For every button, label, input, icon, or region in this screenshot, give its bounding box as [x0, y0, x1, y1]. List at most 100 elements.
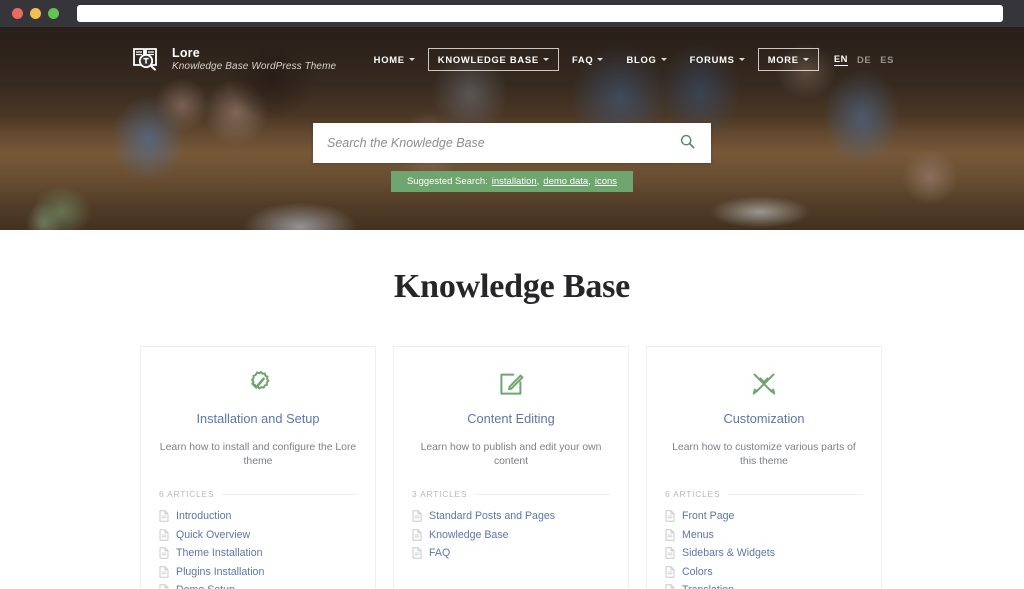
article-link[interactable]: Menus: [665, 529, 863, 541]
suggested-term-demo-data[interactable]: demo data: [543, 176, 588, 187]
chevron-down-icon: [802, 57, 809, 61]
article-link[interactable]: FAQ: [412, 547, 610, 559]
kb-card-title[interactable]: Installation and Setup: [196, 411, 319, 426]
nav-item-forums[interactable]: FORUMS: [680, 48, 755, 71]
divider: [475, 493, 610, 495]
search-box[interactable]: [313, 123, 711, 163]
kb-card-content-editing[interactable]: Content Editing Learn how to publish and…: [393, 346, 629, 589]
main-navigation: HOME KNOWLEDGE BASE FAQ BLOG FORUMS MORE…: [364, 47, 894, 71]
articles-header: 6 ARTICLES: [159, 489, 357, 499]
document-icon: [665, 510, 675, 522]
article-link[interactable]: Plugins Installation: [159, 566, 357, 578]
site-header: Lore Knowledge Base WordPress Theme HOME…: [0, 27, 1024, 91]
article-label: Plugins Installation: [176, 565, 265, 578]
article-label: Quick Overview: [176, 528, 251, 541]
article-label: Demo Setup: [176, 584, 235, 589]
main-content: Knowledge Base Installation and Setup Le…: [0, 230, 1024, 589]
page-viewport: Lore Knowledge Base WordPress Theme HOME…: [0, 27, 1024, 589]
articles-header: 6 ARTICLES: [665, 489, 863, 499]
suggested-term-installation[interactable]: installation: [492, 176, 537, 187]
brush-pencil-icon: [750, 369, 778, 399]
article-label: FAQ: [429, 547, 451, 560]
document-icon: [159, 510, 169, 522]
kb-card-customization[interactable]: Customization Learn how to customize var…: [646, 346, 882, 589]
search-input[interactable]: [327, 136, 678, 150]
brand-tagline: Knowledge Base WordPress Theme: [172, 60, 337, 72]
articles-count-label: 6 ARTICLES: [665, 489, 721, 500]
nav-item-blog[interactable]: BLOG: [616, 48, 676, 71]
document-icon: [412, 528, 422, 541]
document-icon: [159, 584, 169, 589]
article-link[interactable]: Theme Installation: [159, 547, 357, 559]
suggested-term-icons[interactable]: icons: [595, 176, 617, 187]
browser-chrome: [0, 0, 1024, 27]
language-option-en[interactable]: EN: [833, 53, 849, 66]
document-icon: [665, 565, 675, 578]
articles-count-label: 3 ARTICLES: [412, 489, 468, 500]
nav-item-more[interactable]: MORE: [757, 47, 819, 71]
document-icon: [159, 528, 169, 541]
language-switcher: EN DE ES: [833, 53, 894, 66]
document-icon: [412, 510, 422, 522]
article-link[interactable]: Translation: [665, 584, 863, 589]
close-window-button[interactable]: [12, 8, 23, 19]
article-label: Sidebars & Widgets: [682, 547, 776, 560]
brand-name: Lore: [172, 45, 200, 60]
book-search-icon: [130, 44, 162, 74]
article-list: Front Page Menus Sidebars & Widgets Colo…: [665, 510, 863, 589]
article-link[interactable]: Front Page: [665, 510, 863, 522]
window-controls: [12, 8, 59, 19]
search-icon: [680, 134, 695, 152]
article-label: Standard Posts and Pages: [429, 510, 556, 523]
language-option-es[interactable]: ES: [880, 54, 894, 65]
kb-card-title[interactable]: Customization: [723, 411, 804, 426]
article-link[interactable]: Demo Setup: [159, 584, 357, 589]
articles-count-label: 6 ARTICLES: [159, 489, 215, 500]
nav-item-knowledge-base[interactable]: KNOWLEDGE BASE: [427, 47, 559, 71]
nav-item-label: FORUMS: [689, 53, 735, 65]
article-label: Theme Installation: [176, 547, 263, 560]
document-icon: [412, 547, 422, 559]
nav-item-label: FAQ: [571, 53, 594, 65]
nav-item-label: HOME: [373, 53, 405, 65]
search-submit-button[interactable]: [678, 134, 697, 152]
article-link[interactable]: Colors: [665, 566, 863, 578]
knowledge-base-card-grid: Installation and Setup Learn how to inst…: [140, 346, 884, 589]
article-label: Introduction: [176, 510, 232, 523]
maximize-window-button[interactable]: [48, 8, 59, 19]
article-link[interactable]: Standard Posts and Pages: [412, 510, 610, 522]
article-label: Menus: [682, 528, 714, 541]
nav-item-home[interactable]: HOME: [364, 48, 425, 71]
nav-item-label: MORE: [767, 53, 799, 65]
document-icon: [665, 528, 675, 541]
page-title: Knowledge Base: [393, 268, 631, 305]
hero-search-area: Suggested Search: installation, demo dat…: [0, 123, 1024, 192]
divider: [728, 493, 863, 495]
kb-card-title[interactable]: Content Editing: [467, 411, 555, 426]
article-link[interactable]: Knowledge Base: [412, 529, 610, 541]
article-link[interactable]: Introduction: [159, 510, 357, 522]
chevron-down-icon: [408, 57, 415, 61]
chevron-down-icon: [542, 57, 549, 61]
kb-card-description: Learn how to customize various parts of …: [672, 442, 856, 468]
article-link[interactable]: Quick Overview: [159, 529, 357, 541]
minimize-window-button[interactable]: [30, 8, 41, 19]
kb-card-description: Learn how to install and configure the L…: [159, 442, 357, 468]
site-brand[interactable]: Lore Knowledge Base WordPress Theme: [130, 44, 336, 74]
chevron-down-icon: [660, 57, 667, 61]
suggested-search-bar: Suggested Search: installation, demo dat…: [390, 171, 634, 192]
kb-card-description: Learn how to publish and edit your own c…: [420, 442, 602, 468]
articles-header: 3 ARTICLES: [412, 489, 610, 499]
nav-item-label: BLOG: [626, 53, 657, 65]
chevron-down-icon: [597, 57, 604, 61]
article-list: Introduction Quick Overview Theme Instal…: [159, 510, 357, 589]
nav-item-faq[interactable]: FAQ: [562, 48, 614, 71]
article-link[interactable]: Sidebars & Widgets: [665, 547, 863, 559]
suggested-search-label: Suggested Search:: [406, 176, 488, 187]
nav-item-label: KNOWLEDGE BASE: [437, 53, 539, 65]
document-icon: [665, 547, 675, 559]
language-option-de[interactable]: DE: [857, 54, 871, 65]
document-icon: [159, 547, 169, 559]
url-bar[interactable]: [77, 5, 1003, 22]
kb-card-installation-and-setup[interactable]: Installation and Setup Learn how to inst…: [140, 346, 376, 589]
